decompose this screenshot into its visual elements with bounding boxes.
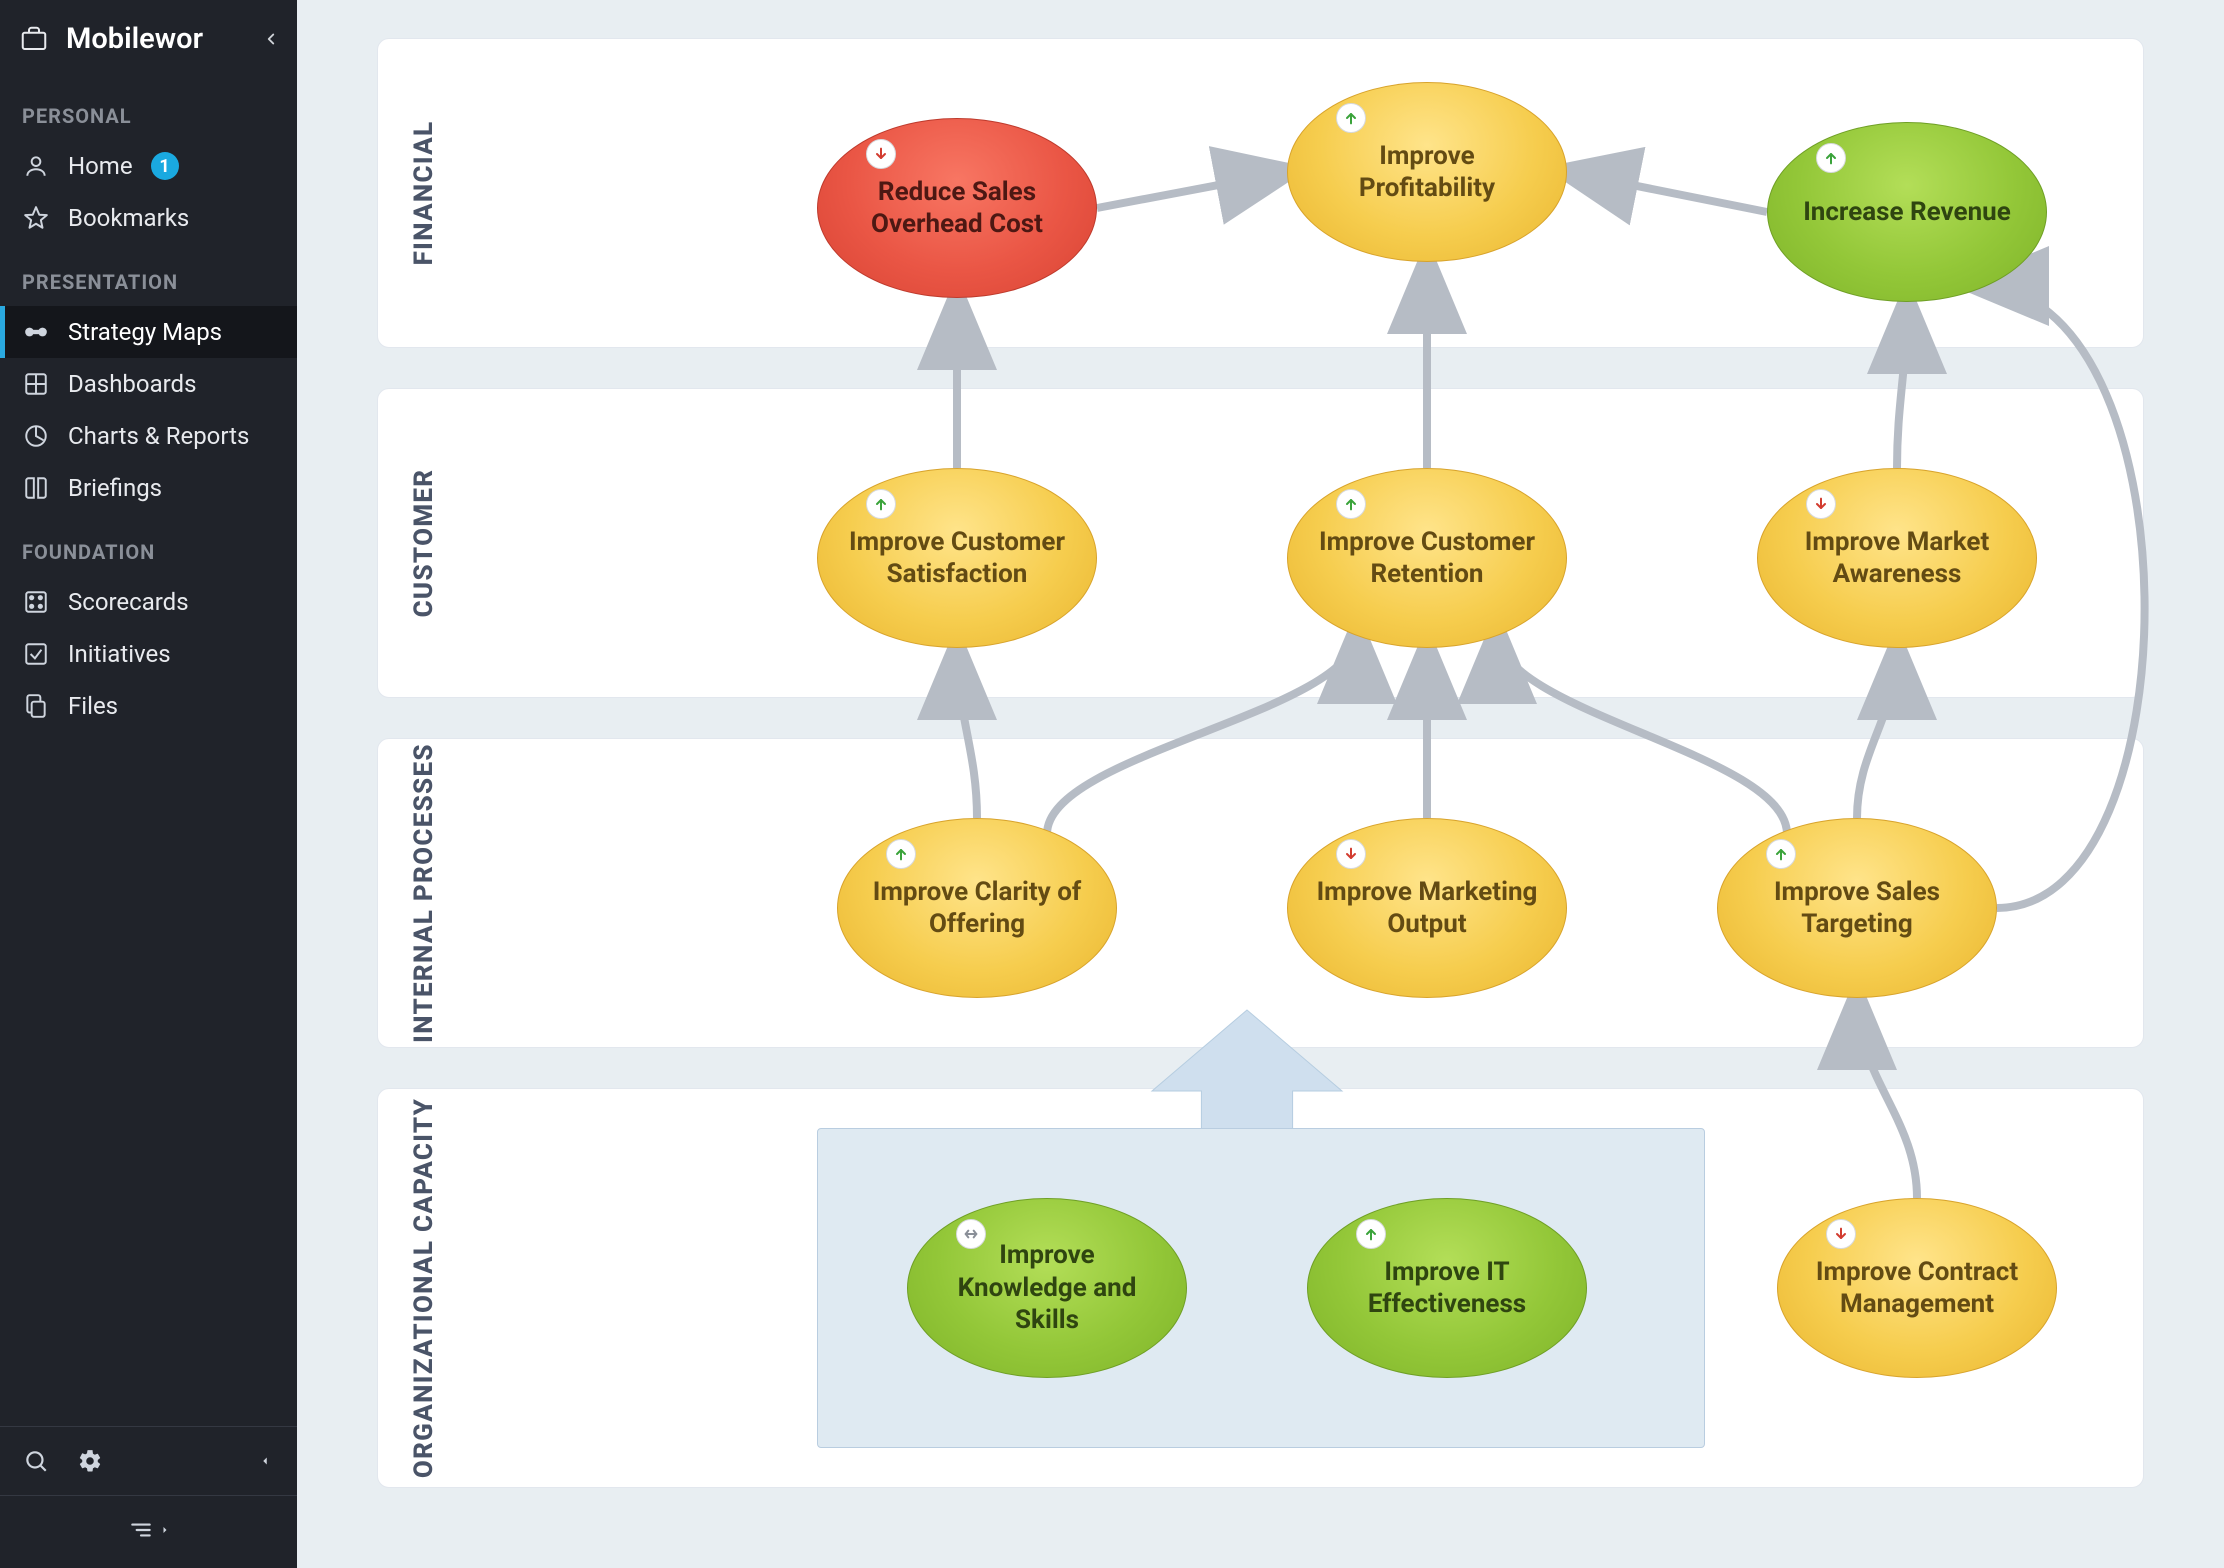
arrow-up-icon xyxy=(1766,839,1796,869)
arrow-up-icon xyxy=(1336,489,1366,519)
star-icon xyxy=(22,204,50,232)
sidebar-item-label: Briefings xyxy=(68,474,162,502)
project-name: Mobilewor xyxy=(66,22,279,56)
badge: 1 xyxy=(151,152,179,180)
arrow-up-icon xyxy=(1356,1219,1386,1249)
sidebar-item-charts[interactable]: Charts & Reports xyxy=(0,410,297,462)
arrow-down-icon xyxy=(1806,489,1836,519)
sidebar-item-label: Strategy Maps xyxy=(68,318,222,346)
arrow-up-icon xyxy=(886,839,916,869)
node-label: Improve Market Awareness xyxy=(1782,526,2012,591)
node-label: Increase Revenue xyxy=(1803,196,2011,229)
strategy-icon xyxy=(22,318,50,346)
sidebar-item-strategy-maps[interactable]: Strategy Maps xyxy=(0,306,297,358)
lane-label: CUSTOMER xyxy=(409,469,439,618)
sidebar-item-label: Bookmarks xyxy=(68,204,189,232)
sidebar-item-label: Dashboards xyxy=(68,370,196,398)
lane-label: INTERNAL PROCESSES xyxy=(409,743,439,1043)
arrow-up-icon xyxy=(866,489,896,519)
chevron-left-icon[interactable] xyxy=(259,27,283,51)
node-clarity_offering[interactable]: Improve Clarity of Offering xyxy=(837,818,1117,998)
node-increase_revenue[interactable]: Increase Revenue xyxy=(1767,122,2047,302)
node-label: Improve Profitability xyxy=(1312,140,1542,205)
sidebar-section-label: PRESENTATION xyxy=(0,244,297,306)
gear-icon[interactable] xyxy=(76,1447,104,1475)
collapse-sidebar-button[interactable] xyxy=(0,1495,297,1568)
node-cust_retention[interactable]: Improve Customer Retention xyxy=(1287,468,1567,648)
node-marketing_output[interactable]: Improve Marketing Output xyxy=(1287,818,1567,998)
sidebar-item-label: Files xyxy=(68,692,118,720)
node-label: Improve Customer Satisfaction xyxy=(842,526,1072,591)
sidebar-item-label: Charts & Reports xyxy=(68,422,249,450)
node-market_awareness[interactable]: Improve Market Awareness xyxy=(1757,468,2037,648)
sidebar-item-files[interactable]: Files xyxy=(0,680,297,732)
arrow-neutral-icon xyxy=(956,1219,986,1249)
node-sales_targeting[interactable]: Improve Sales Targeting xyxy=(1717,818,1997,998)
sidebar: Mobilewor PERSONAL Home 1 Bookmarks PRESENTA… xyxy=(0,0,297,1568)
sidebar-item-label: Initiatives xyxy=(68,640,171,668)
node-label: Improve IT Effectiveness xyxy=(1332,1256,1562,1321)
book-icon xyxy=(22,474,50,502)
check-icon xyxy=(22,640,50,668)
strategy-map-canvas[interactable]: FINANCIAL CUSTOMER INTERNAL PROCESSES OR… xyxy=(297,0,2224,1568)
person-icon xyxy=(22,152,50,180)
arrow-down-icon xyxy=(1826,1219,1856,1249)
sidebar-item-scorecards[interactable]: Scorecards xyxy=(0,576,297,628)
sidebar-footer xyxy=(0,1426,297,1568)
node-label: Improve Customer Retention xyxy=(1312,526,1542,591)
lane-label: ORGANIZATIONAL CAPACITY xyxy=(409,1098,439,1478)
sidebar-item-home[interactable]: Home 1 xyxy=(0,140,297,192)
node-label: Improve Knowledge and Skills xyxy=(932,1239,1162,1337)
arrow-down-icon xyxy=(1336,839,1366,869)
node-label: Improve Clarity of Offering xyxy=(862,876,1092,941)
node-label: Improve Sales Targeting xyxy=(1742,876,1972,941)
briefcase-icon xyxy=(18,23,50,55)
chart-icon xyxy=(22,422,50,450)
caret-right-icon xyxy=(159,1516,171,1544)
arrow-up-icon xyxy=(1336,103,1366,133)
sidebar-item-dashboards[interactable]: Dashboards xyxy=(0,358,297,410)
search-icon[interactable] xyxy=(22,1447,50,1475)
node-improve_profit[interactable]: Improve Profitability xyxy=(1287,82,1567,262)
node-it_effectiveness[interactable]: Improve IT Effectiveness xyxy=(1307,1198,1587,1378)
node-cust_satisfaction[interactable]: Improve Customer Satisfaction xyxy=(817,468,1097,648)
arrow-down-icon xyxy=(866,139,896,169)
sidebar-item-initiatives[interactable]: Initiatives xyxy=(0,628,297,680)
sidebar-item-label: Home xyxy=(68,152,133,180)
sidebar-item-briefings[interactable]: Briefings xyxy=(0,462,297,514)
node-label: Reduce Sales Overhead Cost xyxy=(842,176,1072,241)
sidebar-item-bookmarks[interactable]: Bookmarks xyxy=(0,192,297,244)
lane-label: FINANCIAL xyxy=(409,121,439,266)
dashboard-icon xyxy=(22,370,50,398)
grid-icon xyxy=(22,588,50,616)
caret-left-icon[interactable] xyxy=(251,1447,279,1475)
node-contract_mgmt[interactable]: Improve Contract Management xyxy=(1777,1198,2057,1378)
sidebar-header: Mobilewor xyxy=(0,0,297,78)
sidebar-section-label: FOUNDATION xyxy=(0,514,297,576)
node-label: Improve Contract Management xyxy=(1802,1256,2032,1321)
copy-icon xyxy=(22,692,50,720)
node-knowledge_skills[interactable]: Improve Knowledge and Skills xyxy=(907,1198,1187,1378)
node-reduce_overhead[interactable]: Reduce Sales Overhead Cost xyxy=(817,118,1097,298)
node-label: Improve Marketing Output xyxy=(1312,876,1542,941)
sidebar-item-label: Scorecards xyxy=(68,588,189,616)
collapse-lines-icon xyxy=(127,1516,155,1544)
sidebar-section-label: PERSONAL xyxy=(0,78,297,140)
arrow-up-icon xyxy=(1816,143,1846,173)
